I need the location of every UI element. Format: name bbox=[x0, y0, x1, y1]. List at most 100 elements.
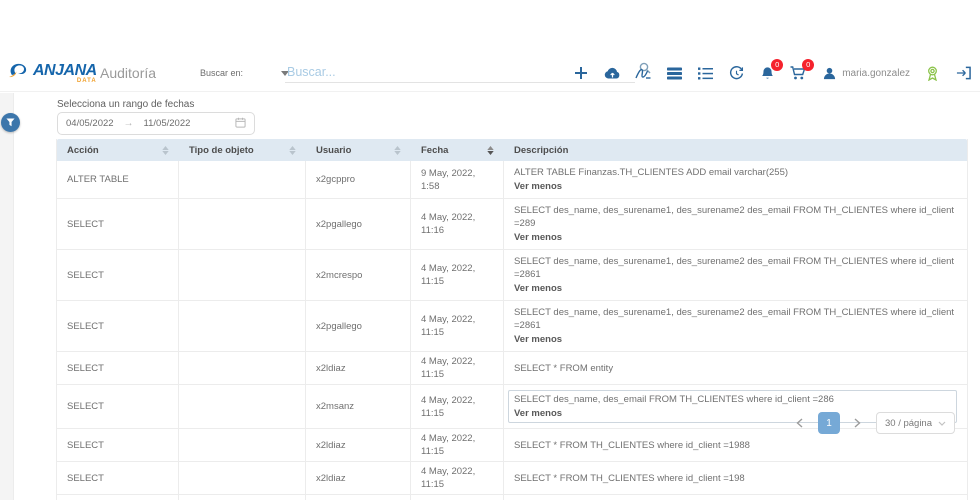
cart-badge: 0 bbox=[802, 59, 814, 71]
column-header-descripcion: Descripción bbox=[504, 139, 967, 161]
table-row[interactable]: SELECT x2ldiaz 4 May, 2022, 11:15 SELECT… bbox=[57, 495, 967, 500]
cell-tipo-de-objeto bbox=[179, 199, 306, 249]
description-text: SELECT des_name, des_email FROM TH_CLIEN… bbox=[514, 393, 951, 406]
next-page-icon[interactable] bbox=[848, 413, 868, 433]
date-range-picker[interactable]: 04/05/2022 → 11/05/2022 bbox=[57, 112, 255, 135]
description-text: SELECT * FROM entity bbox=[514, 362, 957, 375]
page-size-select[interactable]: 30 / página bbox=[876, 412, 955, 434]
cart-icon[interactable]: 0 bbox=[789, 64, 807, 82]
table-row[interactable]: SELECT x2pgallego 4 May, 2022, 11:15 SEL… bbox=[57, 301, 967, 352]
date-to[interactable]: 11/05/2022 bbox=[144, 118, 191, 129]
cell-usuario: x2msanz bbox=[306, 385, 411, 428]
notifications-badge: 0 bbox=[771, 59, 783, 71]
column-header-fecha[interactable]: Fecha bbox=[411, 139, 504, 161]
brand-logo[interactable]: ANJANA DATA bbox=[8, 61, 97, 86]
date-from[interactable]: 04/05/2022 bbox=[66, 118, 114, 129]
cell-tipo-de-objeto bbox=[179, 429, 306, 461]
table-row[interactable]: SELECT x2mcrespo 4 May, 2022, 11:15 SELE… bbox=[57, 250, 967, 301]
previous-page-icon[interactable] bbox=[790, 413, 810, 433]
cell-accion: SELECT bbox=[57, 301, 179, 351]
audit-table: Acción Tipo de objeto Usuario bbox=[56, 139, 968, 500]
cell-descripcion: SELECT des_name, des_surename1, des_sure… bbox=[504, 250, 967, 300]
date-range-label: Selecciona un rango de fechas bbox=[57, 99, 194, 110]
calendar-icon bbox=[235, 117, 246, 131]
add-icon[interactable] bbox=[572, 64, 590, 82]
description-text: SELECT * FROM TH_CLIENTES where id_clien… bbox=[514, 472, 957, 485]
cell-usuario: x2pgallego bbox=[306, 301, 411, 351]
cell-fecha: 4 May, 2022, 11:15 bbox=[411, 385, 504, 428]
table-row[interactable]: SELECT x2ldiaz 4 May, 2022, 11:15 SELECT… bbox=[57, 352, 967, 385]
cell-fecha: 4 May, 2022, 11:15 bbox=[411, 250, 504, 300]
sort-icon bbox=[289, 146, 296, 155]
table-body: ALTER TABLE x2gcppro 9 May, 2022, 1:58 A… bbox=[57, 161, 967, 500]
sort-icon-active bbox=[487, 146, 494, 155]
table-header-row: Acción Tipo de objeto Usuario bbox=[57, 139, 967, 161]
cell-descripcion: ALTER TABLE Finanzas.TH_CLIENTES ADD ema… bbox=[504, 161, 967, 198]
logo-swirl-icon bbox=[8, 61, 30, 86]
cell-tipo-de-objeto bbox=[179, 385, 306, 428]
cell-fecha: 4 May, 2022, 11:15 bbox=[411, 462, 504, 494]
cell-accion: SELECT bbox=[57, 495, 179, 500]
cell-descripcion: SELECT * FROM entity bbox=[504, 352, 967, 384]
ver-menos-link[interactable]: Ver menos bbox=[514, 282, 957, 295]
description-text: SELECT des_name, des_surename1, des_sure… bbox=[514, 306, 957, 332]
range-arrow-icon: → bbox=[124, 118, 134, 129]
page-title: Auditoría bbox=[100, 65, 156, 81]
cell-usuario: x2ldiaz bbox=[306, 429, 411, 461]
user-name: maria.gonzalez bbox=[842, 68, 910, 79]
upload-icon[interactable] bbox=[603, 64, 621, 82]
ver-menos-link[interactable]: Ver menos bbox=[514, 231, 957, 244]
cell-tipo-de-objeto bbox=[179, 352, 306, 384]
column-header-accion[interactable]: Acción bbox=[57, 139, 179, 161]
history-icon[interactable] bbox=[727, 64, 745, 82]
certificate-icon[interactable] bbox=[923, 64, 941, 82]
cell-fecha: 9 May, 2022, 1:58 bbox=[411, 161, 504, 198]
description-text: SELECT * FROM TH_CLIENTES where id_clien… bbox=[514, 439, 957, 452]
cell-tipo-de-objeto bbox=[179, 250, 306, 300]
user-menu[interactable]: maria.gonzalez bbox=[820, 64, 910, 82]
cell-tipo-de-objeto bbox=[179, 495, 306, 500]
cell-accion: SELECT bbox=[57, 352, 179, 384]
cell-fecha: 4 May, 2022, 11:15 bbox=[411, 495, 504, 500]
cell-accion: SELECT bbox=[57, 462, 179, 494]
brand-name: ANJANA bbox=[33, 62, 97, 79]
table-row[interactable]: SELECT x2ldiaz 4 May, 2022, 11:15 SELECT… bbox=[57, 462, 967, 495]
cell-accion: ALTER TABLE bbox=[57, 161, 179, 198]
cell-usuario: x2ldiaz bbox=[306, 462, 411, 494]
filter-icon bbox=[6, 114, 15, 132]
table-view-icon[interactable] bbox=[665, 64, 683, 82]
cell-descripcion: SELECT des_name, des_surename1, des_sure… bbox=[504, 301, 967, 351]
page-number-active[interactable]: 1 bbox=[818, 412, 840, 434]
notifications-icon[interactable]: 0 bbox=[758, 64, 776, 82]
table-row[interactable]: SELECT x2pgallego 4 May, 2022, 11:16 SEL… bbox=[57, 199, 967, 250]
cell-accion: SELECT bbox=[57, 429, 179, 461]
cell-tipo-de-objeto bbox=[179, 301, 306, 351]
signature-icon[interactable] bbox=[634, 64, 652, 82]
cell-tipo-de-objeto bbox=[179, 462, 306, 494]
cell-accion: SELECT bbox=[57, 250, 179, 300]
cell-usuario: x2gcppro bbox=[306, 161, 411, 198]
table-row[interactable]: ALTER TABLE x2gcppro 9 May, 2022, 1:58 A… bbox=[57, 161, 967, 199]
list-view-icon[interactable] bbox=[696, 64, 714, 82]
description-text: SELECT des_name, des_surename1, des_sure… bbox=[514, 204, 957, 230]
cell-descripcion: SELECT * FROM TH_CLIENTES where id_clien… bbox=[504, 495, 967, 500]
cell-fecha: 4 May, 2022, 11:15 bbox=[411, 301, 504, 351]
description-text: SELECT des_name, des_surename1, des_sure… bbox=[514, 255, 957, 281]
pagination: 1 30 / página bbox=[790, 412, 955, 434]
cell-accion: SELECT bbox=[57, 199, 179, 249]
cell-fecha: 4 May, 2022, 11:15 bbox=[411, 429, 504, 461]
ver-menos-link[interactable]: Ver menos bbox=[514, 180, 957, 193]
cell-usuario: x2ldiaz bbox=[306, 495, 411, 500]
ver-menos-link[interactable]: Ver menos bbox=[514, 333, 957, 346]
search-scope-dropdown[interactable]: Buscar en: bbox=[200, 68, 289, 78]
cell-usuario: x2mcrespo bbox=[306, 250, 411, 300]
chevron-down-icon bbox=[938, 418, 946, 429]
filter-button[interactable] bbox=[1, 113, 20, 132]
left-rail bbox=[0, 93, 14, 500]
user-icon bbox=[820, 64, 838, 82]
column-header-tipo[interactable]: Tipo de objeto bbox=[179, 139, 306, 161]
column-header-usuario[interactable]: Usuario bbox=[306, 139, 411, 161]
logout-icon[interactable] bbox=[954, 64, 972, 82]
search-scope-label: Buscar en: bbox=[200, 68, 243, 78]
sort-icon bbox=[394, 146, 401, 155]
